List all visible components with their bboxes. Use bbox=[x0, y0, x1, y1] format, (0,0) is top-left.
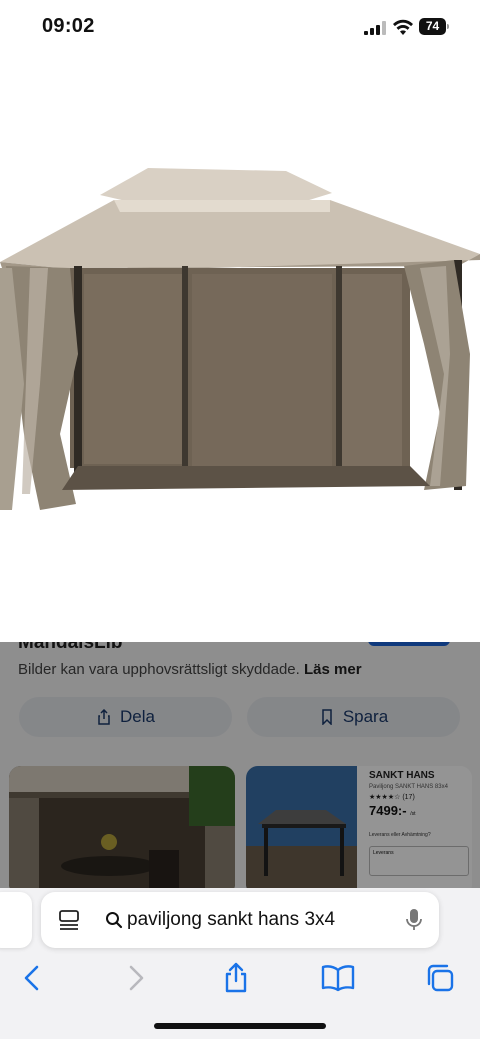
tabs-icon bbox=[427, 964, 454, 992]
image-preview[interactable] bbox=[0, 54, 480, 642]
bookmarks-button[interactable] bbox=[318, 960, 358, 996]
share-icon bbox=[98, 709, 110, 725]
share-icon bbox=[225, 962, 247, 993]
product-title: SANKT HANS bbox=[369, 770, 435, 781]
gazebo-product-thumbnail bbox=[246, 766, 357, 888]
address-bar[interactable]: paviljong sankt hans 3x4 bbox=[41, 892, 439, 948]
search-icon bbox=[105, 911, 123, 929]
chevron-right-icon bbox=[129, 965, 144, 991]
gazebo-patio-thumbnail bbox=[9, 766, 235, 888]
wifi-icon bbox=[393, 19, 413, 35]
tabs-button[interactable] bbox=[420, 960, 460, 996]
battery-level: 74 bbox=[419, 18, 446, 35]
product-preview: SANKT HANS Paviljong SANKT HANS 83x4 ★★★… bbox=[357, 766, 472, 888]
share-button[interactable]: Dela bbox=[19, 697, 232, 737]
status-bar: 09:02 74 bbox=[0, 0, 480, 54]
copyright-text: Bilder kan vara upphovsrättsligt skyddad… bbox=[18, 661, 300, 678]
delivery-option: Leverans bbox=[369, 846, 469, 876]
share-page-button[interactable] bbox=[216, 960, 256, 996]
open-book-icon bbox=[321, 965, 355, 992]
gazebo-image bbox=[0, 168, 480, 510]
delivery-question: Leverans eller Avhämtning? bbox=[369, 832, 431, 838]
image-info-sheet: MandalsLib Bilder kan vara upphovsrättsl… bbox=[0, 642, 480, 888]
status-time: 09:02 bbox=[42, 15, 95, 37]
forward-button[interactable] bbox=[116, 960, 156, 996]
save-button[interactable]: Spara bbox=[247, 697, 460, 737]
copyright-notice: Bilder kan vara upphovsrättsligt skyddad… bbox=[18, 661, 362, 678]
learn-more-link[interactable]: Läs mer bbox=[304, 661, 362, 678]
save-label: Spara bbox=[342, 707, 389, 726]
search-query-wrap[interactable]: paviljong sankt hans 3x4 bbox=[105, 892, 335, 948]
product-subtitle: Paviljong SANKT HANS 83x4 bbox=[369, 784, 448, 790]
chevron-left-icon bbox=[24, 965, 39, 991]
related-image-2[interactable]: SANKT HANS Paviljong SANKT HANS 83x4 ★★★… bbox=[246, 766, 472, 888]
browser-toolbar bbox=[0, 960, 480, 1004]
share-label: Dela bbox=[120, 707, 155, 726]
related-image-1[interactable] bbox=[9, 766, 235, 888]
previous-tab-peek[interactable] bbox=[0, 892, 32, 948]
battery-icon: 74 bbox=[419, 18, 449, 35]
product-rating: ★★★★☆ (17) bbox=[369, 794, 415, 801]
back-button[interactable] bbox=[12, 960, 52, 996]
search-query: paviljong sankt hans 3x4 bbox=[127, 909, 336, 930]
home-indicator[interactable] bbox=[154, 1023, 326, 1029]
page-menu-icon[interactable] bbox=[58, 909, 80, 931]
microphone-icon[interactable] bbox=[405, 908, 423, 932]
bookmark-icon bbox=[322, 709, 332, 725]
visit-button[interactable] bbox=[368, 642, 450, 646]
source-title[interactable]: MandalsLib bbox=[18, 642, 123, 654]
cellular-signal-icon bbox=[364, 21, 386, 35]
product-price: 7499:- /st bbox=[369, 803, 416, 818]
